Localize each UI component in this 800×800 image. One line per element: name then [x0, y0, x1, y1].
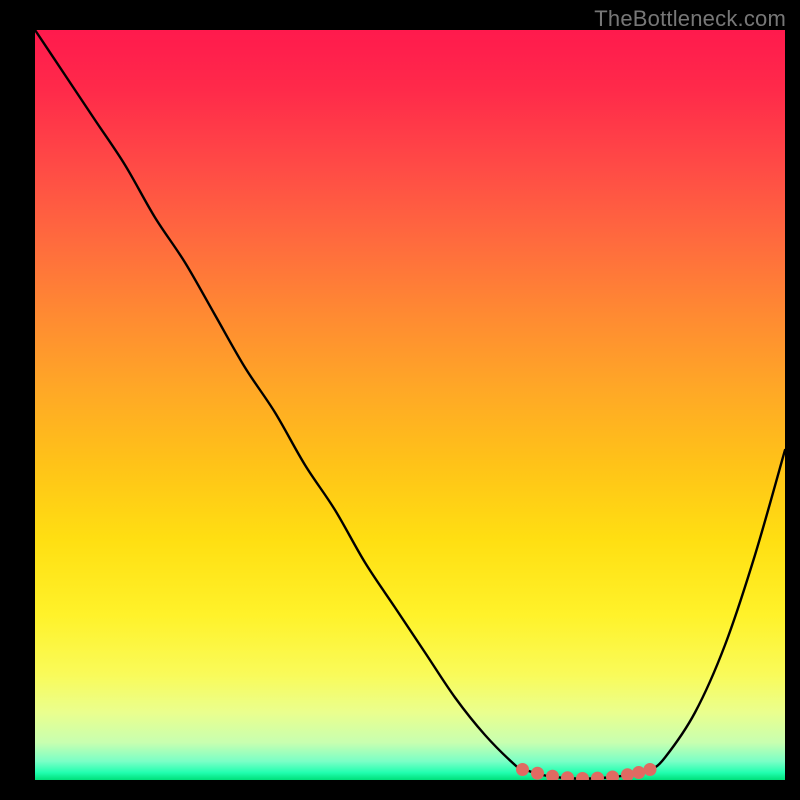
- marker-dot: [607, 771, 619, 780]
- marker-dot: [622, 769, 634, 780]
- marker-dot: [562, 772, 574, 780]
- marker-dot: [633, 767, 645, 779]
- curve-layer: [35, 30, 785, 780]
- marker-dot: [532, 767, 544, 779]
- watermark-text: TheBottleneck.com: [594, 6, 786, 32]
- marker-dot: [644, 764, 656, 776]
- plot-area: [35, 30, 785, 780]
- marker-dot: [577, 773, 589, 781]
- marker-dot: [517, 764, 529, 776]
- marker-dot: [547, 770, 559, 780]
- marker-dot: [592, 772, 604, 780]
- chart-frame: TheBottleneck.com: [0, 0, 800, 800]
- bottom-marker-cluster: [517, 764, 657, 781]
- bottleneck-curve: [35, 30, 785, 779]
